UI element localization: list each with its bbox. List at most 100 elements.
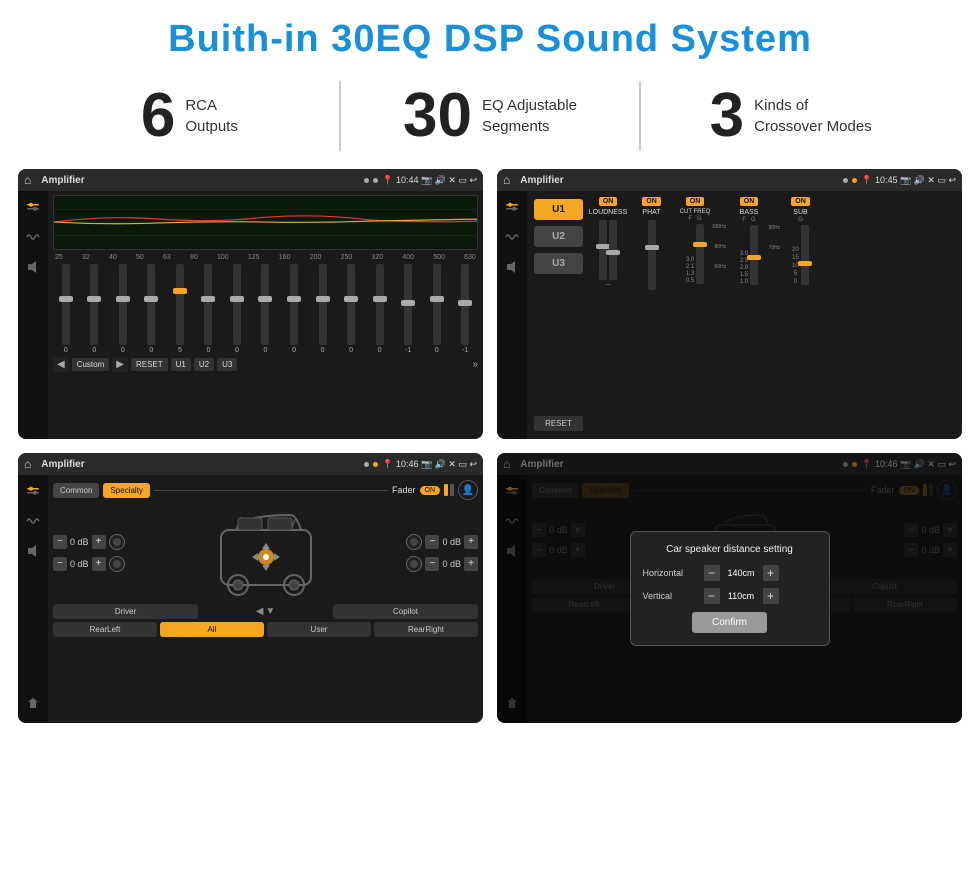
vol-minus-br[interactable]: − — [425, 557, 439, 571]
modal-vertical-plus[interactable]: + — [763, 588, 779, 604]
eq-slider-12[interactable]: -1 — [395, 264, 421, 354]
specialty-tab[interactable]: Specialty — [103, 483, 149, 498]
eq-play-btn[interactable]: ▶ — [112, 357, 128, 372]
u2-btn[interactable]: U2 — [534, 226, 583, 247]
arrow-down[interactable]: ▼ — [265, 606, 275, 617]
fader-icon-wave[interactable] — [23, 513, 43, 529]
vol-row-tl: − 0 dB + — [53, 534, 125, 550]
sub-on-badge[interactable]: ON — [791, 197, 810, 206]
eq-custom-label: Custom — [72, 358, 110, 371]
common-tab[interactable]: Common — [53, 483, 99, 498]
cross-controls: ON LOUDNESS ~ — [586, 195, 958, 435]
vol-plus-br[interactable]: + — [464, 557, 478, 571]
modal-horizontal-label: Horizontal — [643, 568, 698, 578]
eq-left-icons — [18, 191, 48, 439]
eq-slider-13[interactable]: 0 — [424, 264, 450, 354]
eq-icon-speaker[interactable] — [23, 259, 43, 275]
fader-main: Common Specialty Fader ON 👤 — [48, 475, 483, 723]
vol-plus-bl[interactable]: + — [92, 557, 106, 571]
loudness-on-badge[interactable]: ON — [599, 197, 618, 206]
eq-icon-tune[interactable] — [23, 199, 43, 215]
home-icon-cross[interactable]: ⌂ — [503, 173, 510, 187]
user-btn[interactable]: User — [267, 622, 371, 637]
eq-sliders: 0 0 0 0 5 0 0 0 0 0 0 0 -1 0 -1 — [53, 264, 478, 354]
eq-freq-labels: 253240506380100125160200250320400500630 — [53, 254, 478, 261]
eq-slider-8[interactable]: 0 — [281, 264, 307, 354]
eq-u1-btn[interactable]: U1 — [171, 358, 191, 371]
fader-label: Fader — [392, 485, 416, 495]
vol-plus-tr[interactable]: + — [464, 535, 478, 549]
fader-icon-tune[interactable] — [23, 483, 43, 499]
arrow-left[interactable]: ◀ — [256, 606, 264, 617]
crossover-screen: ⌂ Amplifier 📍 10:45 📷 🔊 ✕ ▭ ↩ — [497, 169, 962, 439]
vol-plus-tl[interactable]: + — [92, 535, 106, 549]
modal-horizontal-plus[interactable]: + — [763, 565, 779, 581]
fader-icon-expand[interactable] — [23, 695, 43, 711]
eq-slider-0[interactable]: 0 — [53, 264, 79, 354]
eq-u3-btn[interactable]: U3 — [217, 358, 237, 371]
eq-slider-9[interactable]: 0 — [310, 264, 336, 354]
bass-on-badge[interactable]: ON — [740, 197, 759, 206]
cross-icon-speaker[interactable] — [502, 259, 522, 275]
stat-text-rca: RCAOutputs — [185, 95, 238, 137]
cross-body: U1 U2 U3 RESET ON LOUDNESS — [497, 191, 962, 439]
eq-graph — [53, 195, 478, 250]
page-title: Buith-in 30EQ DSP Sound System — [0, 0, 980, 73]
modal-confirm-button[interactable]: Confirm — [692, 612, 767, 633]
eq-screen-title: Amplifier — [41, 175, 360, 186]
driver-btn[interactable]: Driver — [53, 604, 198, 619]
stat-number-6: 6 — [141, 85, 175, 147]
eq-u2-btn[interactable]: U2 — [194, 358, 214, 371]
eq-slider-7[interactable]: 0 — [253, 264, 279, 354]
eq-slider-2[interactable]: 0 — [110, 264, 136, 354]
home-icon-eq[interactable]: ⌂ — [24, 173, 31, 187]
rearleft-btn[interactable]: RearLeft — [53, 622, 157, 637]
fader-status-dot — [364, 462, 369, 467]
cutfreq-on-badge[interactable]: ON — [686, 197, 705, 206]
eq-more-btn[interactable]: » — [472, 359, 478, 370]
u3-btn[interactable]: U3 — [534, 253, 583, 274]
phat-on-badge[interactable]: ON — [642, 197, 661, 206]
vol-minus-bl[interactable]: − — [53, 557, 67, 571]
eq-slider-14[interactable]: -1 — [452, 264, 478, 354]
bass-label: BASS — [740, 209, 759, 216]
rearright-btn[interactable]: RearRight — [374, 622, 478, 637]
cutfreq-label: CUT FREQ — [680, 209, 711, 215]
cross-icon-wave[interactable] — [502, 229, 522, 245]
all-btn[interactable]: All — [160, 622, 264, 637]
cross-icon-tune[interactable] — [502, 199, 522, 215]
eq-slider-3[interactable]: 0 — [139, 264, 165, 354]
modal-vertical-minus[interactable]: − — [704, 588, 720, 604]
eq-slider-4[interactable]: 5 — [167, 264, 193, 354]
eq-reset-btn[interactable]: RESET — [131, 358, 168, 371]
u1-btn[interactable]: U1 — [534, 199, 583, 220]
vol-val-br: 0 dB — [442, 559, 461, 569]
fader-tab-row: Common Specialty Fader ON 👤 — [53, 480, 478, 500]
fader-body: Common Specialty Fader ON 👤 — [18, 475, 483, 723]
eq-slider-6[interactable]: 0 — [224, 264, 250, 354]
eq-prev-btn[interactable]: ◀ — [53, 357, 69, 372]
eq-slider-1[interactable]: 0 — [82, 264, 108, 354]
copilot-btn[interactable]: Copilot — [333, 604, 478, 619]
cross-reset-btn[interactable]: RESET — [534, 416, 583, 431]
home-icon-fader[interactable]: ⌂ — [24, 457, 31, 471]
cross-status-dot — [843, 178, 848, 183]
eq-slider-11[interactable]: 0 — [367, 264, 393, 354]
modal-horizontal-minus[interactable]: − — [704, 565, 720, 581]
cross-screen-title: Amplifier — [520, 175, 839, 186]
fader-bottom-buttons: Driver ◀ ▼ Copilot — [53, 604, 478, 619]
fader-icon-speaker[interactable] — [23, 543, 43, 559]
modal-title: Car speaker distance setting — [643, 544, 817, 555]
stat-rca: 6 RCAOutputs — [60, 85, 319, 147]
cross-main: U1 U2 U3 RESET ON LOUDNESS — [527, 191, 962, 439]
vol-minus-tr[interactable]: − — [425, 535, 439, 549]
vol-minus-tl[interactable]: − — [53, 535, 67, 549]
bass-control: ON BASS FG 3.02.52.01.51.0 — [729, 197, 769, 285]
vol-val-tl: 0 dB — [70, 537, 89, 547]
status-bar-eq: ⌂ Amplifier 📍 10:44 📷 🔊 ✕ ▭ ↩ — [18, 169, 483, 191]
modal-vertical-label: Vertical — [643, 591, 698, 601]
eq-icon-wave[interactable] — [23, 229, 43, 245]
fader-on-toggle[interactable]: ON — [420, 486, 441, 495]
eq-slider-10[interactable]: 0 — [338, 264, 364, 354]
eq-slider-5[interactable]: 0 — [196, 264, 222, 354]
